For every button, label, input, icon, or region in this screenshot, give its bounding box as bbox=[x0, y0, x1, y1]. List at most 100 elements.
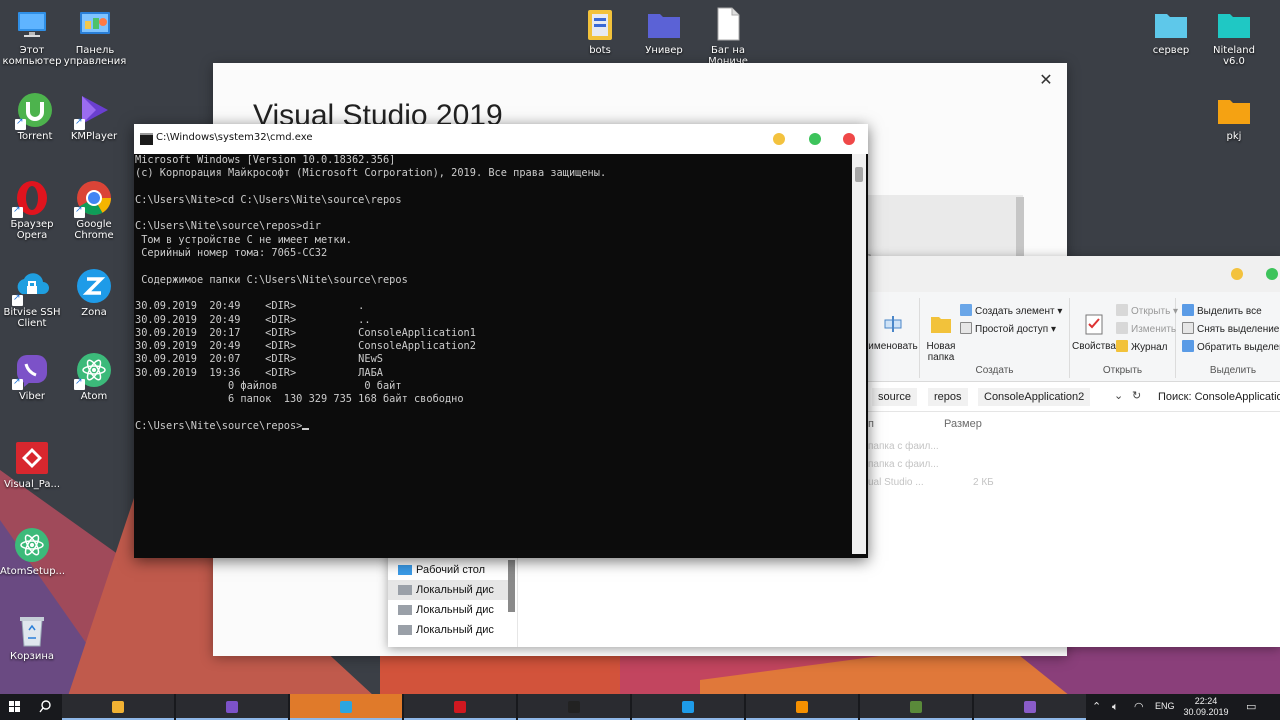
desktop-icon-recycle-bin[interactable]: Корзина bbox=[0, 612, 64, 662]
desktop-icon-server[interactable]: сервер bbox=[1139, 6, 1203, 56]
vs-scrollbar[interactable] bbox=[1016, 197, 1024, 259]
edit-button[interactable]: Изменить bbox=[1116, 322, 1176, 335]
invert-selection-button[interactable]: Обратить выделени bbox=[1182, 340, 1280, 353]
minimize-button[interactable] bbox=[773, 133, 785, 145]
search-input[interactable]: Поиск: ConsoleApplication bbox=[1152, 388, 1280, 406]
nav-item-local-disk[interactable]: Локальный дис bbox=[388, 620, 508, 640]
desktop-icon-label: Atom bbox=[80, 391, 108, 402]
explorer-taskbar-button[interactable] bbox=[62, 694, 174, 720]
file-row[interactable]: ual Studio ... 2 КБ bbox=[868, 474, 994, 492]
history-button[interactable]: Журнал bbox=[1116, 340, 1168, 353]
start-button[interactable] bbox=[0, 694, 30, 720]
cmd-scrollbar[interactable] bbox=[852, 154, 866, 554]
nav-item-desktop[interactable]: Рабочий стол bbox=[388, 560, 508, 580]
desktop-icon-bug-report[interactable]: Баг на Мониче bbox=[696, 6, 760, 64]
cmd-window[interactable]: C:\Windows\system32\cmd.exe Microsoft Wi… bbox=[134, 124, 868, 558]
cmd-icon bbox=[140, 133, 153, 145]
file-row[interactable]: папка с фаил... bbox=[868, 456, 939, 474]
cmd-titlebar[interactable]: C:\Windows\system32\cmd.exe bbox=[134, 124, 868, 154]
breadcrumb-item[interactable]: source bbox=[872, 388, 918, 406]
cmd-scroll-thumb[interactable] bbox=[855, 167, 863, 182]
viber-taskbar-icon bbox=[226, 701, 238, 713]
rename-button[interactable]: именовать bbox=[868, 312, 918, 352]
volume-icon[interactable]: 🔈︎ bbox=[1112, 700, 1119, 714]
desktop-icon-label: KMPlayer bbox=[70, 131, 118, 142]
opera-taskbar-button[interactable] bbox=[404, 694, 516, 720]
nav-item-local-disk[interactable]: Локальный дис bbox=[388, 580, 508, 600]
search-icon bbox=[39, 700, 51, 713]
desktop-icon-pkj[interactable]: pkj bbox=[1202, 92, 1266, 142]
bitvise-icon bbox=[12, 268, 50, 306]
desktop-icon-zona[interactable]: Zona bbox=[62, 268, 126, 318]
clock-time: 22:24 bbox=[1194, 696, 1218, 706]
column-size[interactable]: Размер bbox=[944, 418, 982, 430]
open-button[interactable]: Открыть ▾ bbox=[1116, 304, 1178, 317]
navigation-pane: Рабочий стол Локальный дис Локальный дис… bbox=[388, 556, 518, 647]
column-name[interactable]: п bbox=[868, 418, 874, 430]
new-folder-label: Новая папка bbox=[926, 341, 956, 363]
breadcrumb-item[interactable]: ConsoleApplication2 bbox=[978, 388, 1091, 406]
wifi-icon[interactable]: ◠ bbox=[1134, 700, 1144, 713]
desktop-icon-visual-paradigm[interactable]: Visual_Pa... bbox=[0, 440, 64, 490]
new-item-button[interactable]: Создать элемент ▾ bbox=[960, 304, 1062, 317]
clock-date: 30.09.2019 bbox=[1183, 707, 1229, 717]
refresh-icon[interactable]: ↻ bbox=[1132, 389, 1141, 402]
nav-item-local-disk[interactable]: Локальный дис bbox=[388, 600, 508, 620]
select-none-button[interactable]: Снять выделение bbox=[1182, 322, 1279, 335]
desktop-icon-label: Баг на Мониче bbox=[708, 45, 748, 64]
cmd-console[interactable]: Microsoft Windows [Version 10.0.18362.35… bbox=[134, 154, 852, 554]
desktop-icon-bots[interactable]: bots bbox=[568, 6, 632, 56]
recycle-bin-icon bbox=[14, 612, 50, 648]
document-icon bbox=[710, 6, 746, 42]
breadcrumb-item[interactable]: repos bbox=[928, 388, 968, 406]
select-all-button[interactable]: Выделить все bbox=[1182, 304, 1262, 317]
minecraft-taskbar-button[interactable] bbox=[860, 694, 972, 720]
desktop-icon-torrent[interactable]: Torrent bbox=[3, 92, 67, 142]
rename-icon bbox=[881, 312, 905, 338]
search-button[interactable] bbox=[30, 694, 60, 720]
properties-icon bbox=[1082, 312, 1106, 338]
folder-icon bbox=[582, 6, 618, 42]
sublime-taskbar-button[interactable] bbox=[746, 694, 858, 720]
maximize-button[interactable] bbox=[809, 133, 821, 145]
desktop-icon-kmplayer[interactable]: KMPlayer bbox=[62, 92, 126, 142]
shortcut-arrow-icon bbox=[74, 377, 85, 390]
cmd-taskbar-button[interactable] bbox=[518, 694, 630, 720]
desktop-icon-opera[interactable]: Браузер Opera bbox=[0, 180, 64, 241]
visual-studio-taskbar-button[interactable] bbox=[974, 694, 1086, 720]
desktop-icon-chrome[interactable]: Google Chrome bbox=[62, 180, 126, 241]
desktop-icon-niteland[interactable]: Niteland v6.0 bbox=[1202, 6, 1266, 67]
chrome-icon bbox=[74, 180, 112, 218]
new-folder-button[interactable]: Новая папка bbox=[924, 312, 958, 363]
desktop-icon-univer[interactable]: Универ bbox=[632, 6, 696, 56]
clock[interactable]: 22:24 30.09.2019 bbox=[1176, 696, 1236, 718]
cmd-window-title: C:\Windows\system32\cmd.exe bbox=[156, 132, 313, 143]
close-icon[interactable]: ✕ bbox=[1035, 69, 1057, 91]
zona-taskbar-button[interactable] bbox=[632, 694, 744, 720]
kmplayer-icon bbox=[74, 92, 112, 130]
telegram-taskbar-button[interactable] bbox=[290, 694, 402, 720]
desktop-icon-control-panel[interactable]: Панель управления bbox=[63, 6, 127, 67]
properties-button[interactable]: Свойства bbox=[1072, 312, 1116, 352]
desktop-icon-label: Браузер Opera bbox=[10, 219, 54, 241]
minimize-button[interactable] bbox=[1231, 268, 1243, 280]
close-button[interactable] bbox=[843, 133, 855, 145]
select-all-label: Выделить все bbox=[1197, 306, 1262, 317]
desktop-icon-label: bots bbox=[589, 45, 611, 56]
cmd-taskbar-icon bbox=[568, 701, 580, 713]
viber-taskbar-button[interactable] bbox=[176, 694, 288, 720]
nav-scrollbar[interactable] bbox=[508, 560, 515, 612]
easy-access-button[interactable]: Простой доступ ▾ bbox=[960, 322, 1056, 335]
desktop-icon-this-pc[interactable]: Этот компьютер bbox=[0, 6, 64, 67]
desktop-icon-bitvise[interactable]: Bitvise SSH Client bbox=[0, 268, 64, 329]
chevron-up-icon[interactable]: ⌃ bbox=[1092, 700, 1101, 713]
maximize-button[interactable] bbox=[1266, 268, 1278, 280]
desktop-icon-atom-setup[interactable]: AtomSetup... bbox=[0, 527, 65, 577]
desktop-icon-viber[interactable]: Viber bbox=[0, 352, 64, 402]
notifications-icon[interactable]: ▭ bbox=[1246, 700, 1256, 713]
chevron-down-icon[interactable]: ⌄ bbox=[1114, 389, 1123, 402]
desktop-icon-atom[interactable]: Atom bbox=[62, 352, 126, 402]
file-row[interactable]: папка с фаил... bbox=[868, 438, 939, 456]
ribbon-group-label: Создать bbox=[975, 365, 1014, 376]
language-indicator[interactable]: ENG bbox=[1155, 701, 1175, 711]
